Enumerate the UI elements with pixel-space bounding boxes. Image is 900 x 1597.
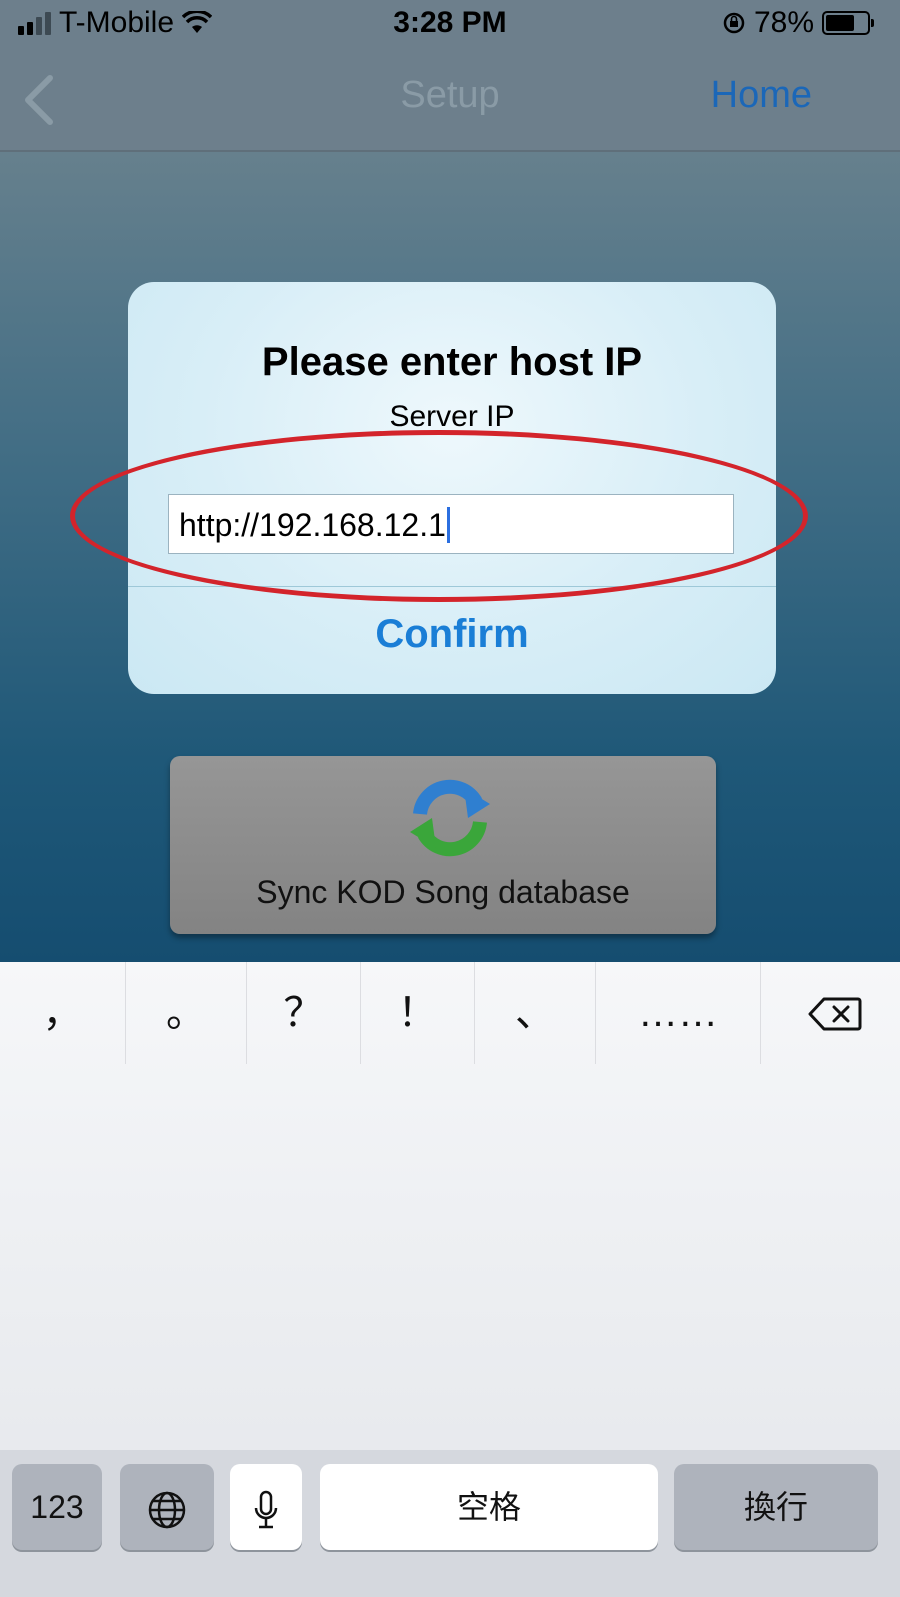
candidate-comma[interactable]: ，: [0, 962, 125, 1064]
candidate-question[interactable]: ？: [247, 962, 360, 1064]
sync-icon: [410, 779, 490, 857]
globe-key[interactable]: [120, 1464, 214, 1550]
status-bar: T-Mobile 3:28 PM 78%: [0, 0, 900, 46]
battery-percent: 78%: [753, 6, 814, 39]
candidate-exclamation[interactable]: ！: [361, 962, 474, 1064]
candidate-period[interactable]: 。: [126, 962, 246, 1064]
candidate-bar: ， 。 ？ ！ 、 ……: [0, 962, 900, 1064]
keyboard: ， 。 ？ ！ 、 …… 123 空格 換行: [0, 962, 900, 1597]
candidate-enumeration-comma[interactable]: 、: [475, 962, 595, 1064]
status-right: 78%: [722, 6, 874, 40]
keyboard-bottom-row: 123 空格 換行: [0, 1450, 900, 1597]
sync-button-label: Sync KOD Song database: [256, 874, 630, 910]
highlight-ellipse: [70, 430, 808, 602]
microphone-icon: [254, 1490, 278, 1528]
return-key[interactable]: 換行: [674, 1464, 878, 1550]
dialog-message: Server IP: [389, 400, 515, 433]
dialog-title: Please enter host IP: [261, 340, 643, 384]
delete-icon[interactable]: [808, 996, 862, 1032]
battery-icon: [822, 11, 874, 35]
orientation-lock-icon: [723, 12, 745, 34]
candidate-ellipsis[interactable]: ……: [596, 962, 760, 1064]
numbers-key[interactable]: 123: [12, 1464, 102, 1550]
nav-bar: Setup Home: [0, 46, 900, 152]
candidate-divider: [760, 962, 761, 1064]
globe-icon: [148, 1491, 186, 1528]
microphone-key[interactable]: [230, 1464, 302, 1550]
sync-song-database-button[interactable]: Sync KOD Song database: [170, 756, 716, 934]
space-key[interactable]: 空格: [320, 1464, 658, 1550]
home-button[interactable]: Home: [711, 74, 812, 117]
confirm-button[interactable]: Confirm: [128, 612, 776, 657]
battery-fill: [826, 15, 855, 31]
